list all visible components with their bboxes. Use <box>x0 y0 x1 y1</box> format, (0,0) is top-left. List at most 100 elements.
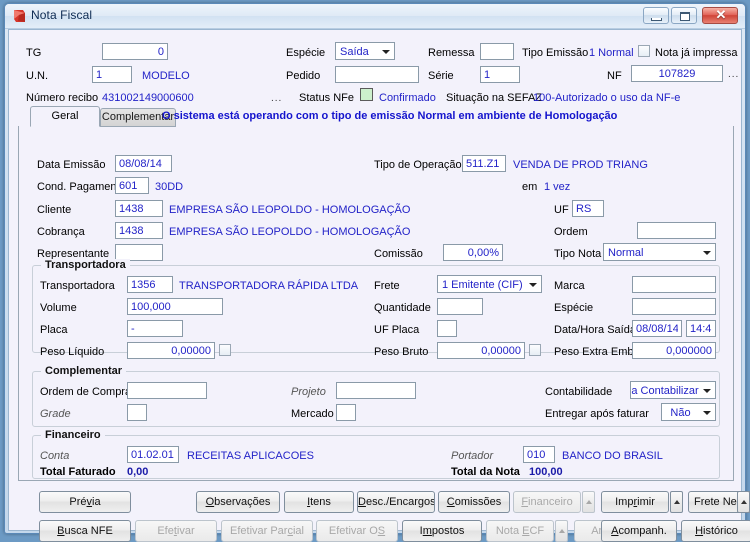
numero-recibo-ellipsis-button[interactable]: ... <box>271 93 282 104</box>
btn-acompanh[interactable]: Acompanh. <box>601 520 677 542</box>
pedido-input[interactable] <box>335 66 419 83</box>
cliente-input[interactable] <box>115 200 163 217</box>
placa-label: Placa <box>40 324 68 336</box>
conta-description: RECEITAS APLICACOES <box>187 450 314 462</box>
quantidade-label: Quantidade <box>374 302 431 314</box>
grade-input[interactable] <box>127 404 147 421</box>
nota-fiscal-window: Nota Fiscal ✕ TG U.N. MODELO Número reci… <box>4 3 746 534</box>
cobranca-input[interactable] <box>115 222 163 239</box>
un-input[interactable] <box>92 66 132 83</box>
tipo-nota-select[interactable]: Normal <box>603 243 716 261</box>
cond-pagamento-label: Cond. Pagamento <box>37 181 126 193</box>
ordem-input[interactable] <box>637 222 716 239</box>
cliente-description: EMPRESA SÃO LEOPOLDO - HOMOLOGAÇÃO <box>169 204 410 216</box>
nf-ellipsis-button[interactable]: ... <box>728 69 739 80</box>
chevron-down-icon <box>526 277 540 291</box>
btn-efetivar: Efetivar <box>135 520 217 542</box>
remessa-label: Remessa <box>428 47 474 59</box>
cond-pagamento-input[interactable] <box>115 177 149 194</box>
tab-panel-geral: Data Emissão Cond. Pagamento 30DD Client… <box>18 126 734 481</box>
entregar-apos-faturar-select[interactable]: Não <box>661 403 716 421</box>
nota-ja-impressa-label: Nota já impressa <box>655 47 738 59</box>
uf-input[interactable] <box>572 200 604 217</box>
nf-label: NF <box>607 70 622 82</box>
close-icon: ✕ <box>703 7 739 23</box>
uf-placa-label: UF Placa <box>374 324 419 336</box>
peso-bruto-label: Peso Bruto <box>374 346 428 358</box>
window-titlebar[interactable]: Nota Fiscal ✕ <box>5 4 745 29</box>
tipo-emissao-label: Tipo Emissão <box>522 47 588 59</box>
grade-label: Grade <box>40 408 71 420</box>
btn-observacoes[interactable]: Observações <box>196 491 280 513</box>
portador-input[interactable] <box>523 446 555 463</box>
maximize-button[interactable] <box>671 7 697 24</box>
peso-extra-emb-label: Peso Extra Emb. <box>554 346 637 358</box>
btn-impostos[interactable]: Impostos <box>402 520 482 542</box>
peso-liquido-checkbox[interactable] <box>219 344 231 356</box>
window-title: Nota Fiscal <box>31 8 92 22</box>
btn-itens[interactable]: Itens <box>284 491 354 513</box>
total-nota-value: 100,00 <box>529 466 563 478</box>
peso-bruto-checkbox[interactable] <box>529 344 541 356</box>
ordem-compra-label: Ordem de Compra <box>40 386 131 398</box>
tg-label: TG <box>26 47 41 59</box>
peso-extra-emb-input[interactable] <box>632 342 716 359</box>
btn-desc-encargos[interactable]: Desc./Encargos <box>357 491 435 513</box>
comissao-input[interactable] <box>443 244 503 261</box>
btn-nota-ecf-dropdown <box>555 520 568 542</box>
btn-imprimir-dropdown[interactable] <box>670 491 683 513</box>
marca-input[interactable] <box>632 276 716 293</box>
peso-liquido-input[interactable] <box>127 342 215 359</box>
data-emissao-input[interactable] <box>115 155 172 172</box>
especie-select[interactable]: Saída <box>335 42 395 60</box>
marca-label: Marca <box>554 280 585 292</box>
quantidade-input[interactable] <box>437 298 483 315</box>
status-nfe-value: Confirmado <box>379 92 436 104</box>
uf-placa-input[interactable] <box>437 320 457 337</box>
data-saida-input[interactable] <box>632 320 682 337</box>
transportadora-input[interactable] <box>127 276 173 293</box>
mercado-input[interactable] <box>336 404 356 421</box>
especie-transp-input[interactable] <box>632 298 716 315</box>
total-nota-label: Total da Nota <box>451 466 520 478</box>
tipo-nota-label: Tipo Nota <box>554 248 601 260</box>
btn-nota-ecf: Nota ECF <box>486 520 554 542</box>
cobranca-description: EMPRESA SÃO LEOPOLDO - HOMOLOGAÇÃO <box>169 226 410 238</box>
conta-input[interactable] <box>127 446 179 463</box>
portador-label: Portador <box>451 450 493 462</box>
volume-input[interactable] <box>127 298 223 315</box>
frete-value: 1 Emitente (CIF) <box>442 277 523 293</box>
ordem-compra-input[interactable] <box>127 382 207 399</box>
tab-geral[interactable]: Geral <box>30 106 100 127</box>
cobranca-label: Cobrança <box>37 226 85 238</box>
placa-input[interactable] <box>127 320 183 337</box>
close-button[interactable]: ✕ <box>702 7 738 24</box>
nota-ja-impressa-checkbox[interactable] <box>638 45 650 57</box>
financeiro-group-title: Financeiro <box>41 429 105 441</box>
minimize-button[interactable] <box>643 7 669 24</box>
projeto-input[interactable] <box>336 382 416 399</box>
nf-input[interactable] <box>631 65 723 82</box>
tg-input[interactable] <box>102 43 168 60</box>
data-hora-saida-label: Data/Hora Saída <box>554 324 636 336</box>
btn-previa[interactable]: Prévia <box>39 491 131 513</box>
cond-pagamento-description: 30DD <box>155 181 183 193</box>
total-faturado-label: Total Faturado <box>40 466 116 478</box>
hora-saida-input[interactable] <box>686 320 716 337</box>
numero-recibo-value: 431002149000600 <box>102 92 194 104</box>
entregar-apos-faturar-value: Não <box>662 405 699 421</box>
comissao-label: Comissão <box>374 248 423 260</box>
contabilidade-select[interactable]: a Contabilizar <box>630 381 716 399</box>
form-client-area: TG U.N. MODELO Número recibo 43100214900… <box>8 29 742 531</box>
btn-frete-neg-dropdown[interactable] <box>737 491 750 513</box>
portador-description: BANCO DO BRASIL <box>562 450 663 462</box>
btn-comissoes[interactable]: Comissões <box>438 491 510 513</box>
btn-imprimir[interactable]: Imprimir <box>601 491 669 513</box>
peso-bruto-input[interactable] <box>437 342 525 359</box>
frete-select[interactable]: 1 Emitente (CIF) <box>437 275 542 293</box>
tipo-operacao-input[interactable] <box>462 155 506 172</box>
serie-input[interactable] <box>480 66 520 83</box>
remessa-input[interactable] <box>480 43 514 60</box>
btn-historico[interactable]: Histórico <box>681 520 750 542</box>
btn-busca-nfe[interactable]: Busca NFE <box>39 520 131 542</box>
